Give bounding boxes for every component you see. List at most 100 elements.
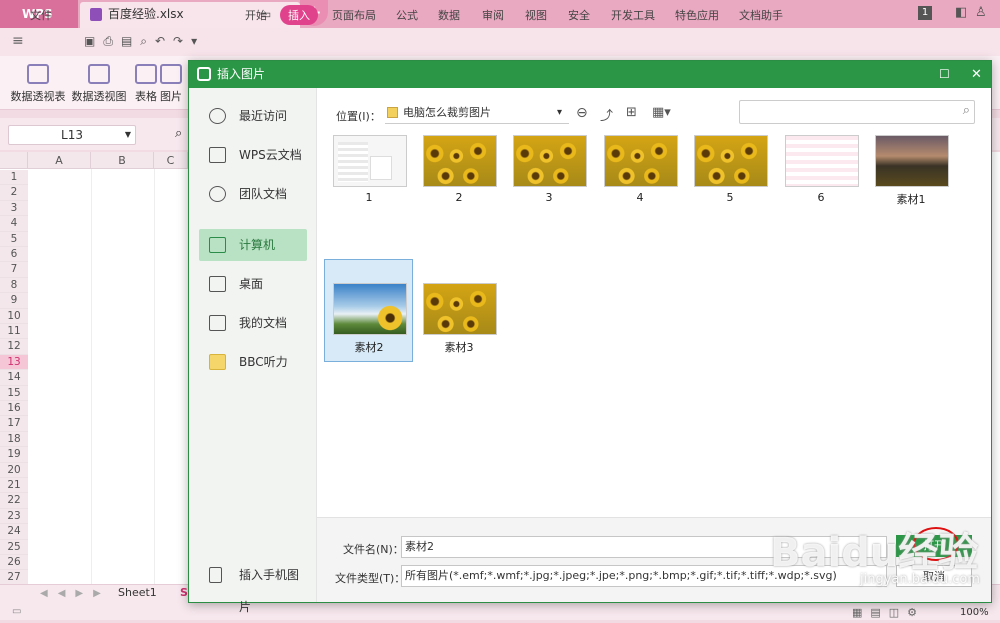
menu-insert[interactable]: 插入: [280, 5, 318, 25]
column-header-b[interactable]: B: [91, 152, 154, 169]
file-item[interactable]: 5: [690, 135, 770, 215]
row-header[interactable]: 23: [0, 508, 28, 525]
sidebar-item-wps-cloud[interactable]: WPS云文档: [199, 139, 307, 171]
sheet-nav-arrows[interactable]: ◀◀▶▶: [40, 588, 111, 599]
dialog-sidebar: 最近访问 WPS云文档 团队文档 计算机 桌面 我的文档 BBC听力 插入手机图…: [189, 88, 317, 614]
zoom-formula-icon[interactable]: ⌕: [175, 126, 182, 141]
row-header[interactable]: 7: [0, 262, 28, 278]
location-label: 位置(I)：: [336, 110, 381, 123]
sidebar-item-desktop[interactable]: 桌面: [199, 268, 307, 300]
location-dropdown[interactable]: 电脑怎么裁剪图片 ▾: [385, 102, 569, 124]
team-icon: [209, 186, 226, 202]
file-name: 素材3: [444, 341, 474, 354]
menu-developer[interactable]: 开发工具: [611, 7, 655, 23]
row-header[interactable]: 4: [0, 216, 28, 232]
sidebar-item-label: 最近访问: [239, 109, 288, 123]
row-header[interactable]: 9: [0, 293, 28, 309]
menu-page-layout[interactable]: 页面布局: [332, 7, 376, 23]
menu-formula[interactable]: 公式: [396, 7, 418, 23]
menu-review[interactable]: 审阅: [482, 7, 504, 23]
name-box[interactable]: L13 ▼: [8, 125, 136, 145]
maximize-icon[interactable]: ☐: [939, 61, 950, 88]
file-item[interactable]: 素材2: [329, 283, 409, 363]
gridline: [91, 169, 92, 584]
view-options-icon[interactable]: ▦▾: [652, 105, 671, 120]
file-item[interactable]: 2: [419, 135, 499, 215]
row-header[interactable]: 20: [0, 462, 28, 478]
skin-icon[interactable]: ◧: [955, 5, 967, 20]
file-item[interactable]: 4: [600, 135, 680, 215]
row-header[interactable]: 6: [0, 247, 28, 263]
file-name: 1: [365, 191, 373, 204]
row-header[interactable]: 2: [0, 185, 28, 201]
menu-view[interactable]: 视图: [525, 7, 547, 23]
file-item[interactable]: 1: [329, 135, 409, 215]
search-input[interactable]: ⌕: [739, 100, 975, 124]
column-header-a[interactable]: A: [28, 152, 91, 169]
row-header[interactable]: 19: [0, 447, 28, 463]
file-name: 3: [545, 191, 553, 204]
sidebar-item-recent[interactable]: 最近访问: [199, 100, 307, 132]
thumbnail-sunset-field: [875, 135, 949, 187]
row-header[interactable]: 26: [0, 555, 28, 571]
new-folder-icon[interactable]: ⊞: [626, 105, 637, 120]
insert-from-phone-button[interactable]: 插入手机图片: [199, 559, 307, 614]
file-item[interactable]: 素材3: [419, 283, 499, 363]
phone-icon: [209, 567, 222, 583]
quick-access-icons[interactable]: ▣⎙▤⌕↶↷▾: [84, 34, 205, 49]
filetype-label: 文件类型(T)：: [335, 572, 406, 585]
file-item[interactable]: 6: [781, 135, 861, 215]
search-icon: ⌕: [962, 103, 970, 118]
menu-data[interactable]: 数据: [438, 7, 460, 23]
column-header-c[interactable]: C: [154, 152, 188, 169]
row-header[interactable]: 5: [0, 231, 28, 247]
sidebar-item-bbc[interactable]: BBC听力: [199, 346, 307, 378]
chevron-down-icon: ▼: [124, 130, 131, 139]
sheet-tab-sheet1[interactable]: Sheet1: [118, 586, 157, 599]
select-all-corner[interactable]: [0, 152, 28, 169]
gridline: [154, 169, 155, 584]
sidebar-item-team[interactable]: 团队文档: [199, 178, 307, 210]
row-header[interactable]: 22: [0, 493, 28, 509]
row-header[interactable]: 21: [0, 478, 28, 494]
row-header[interactable]: 3: [0, 200, 28, 217]
row-header[interactable]: 8: [0, 277, 28, 294]
folder-icon: [209, 354, 226, 370]
menu-doc-helper[interactable]: 文档助手: [739, 7, 783, 23]
pivot-table-button[interactable]: 数据透视表: [8, 64, 68, 104]
row-header[interactable]: 16: [0, 401, 28, 417]
menu-home[interactable]: 开始: [245, 7, 267, 23]
row-header[interactable]: 1: [0, 170, 28, 186]
shirt-icon[interactable]: ♙: [975, 5, 987, 20]
zoom-level[interactable]: 100%: [960, 607, 989, 618]
document-tab[interactable]: 百度经验.xlsx▭✕: [80, 2, 300, 28]
thumbnail-sunflower: [423, 135, 497, 187]
row-header[interactable]: 12: [0, 339, 28, 355]
menu-special[interactable]: 特色应用: [675, 7, 719, 23]
picture-button[interactable]: 图片: [154, 64, 188, 104]
row-header[interactable]: 11: [0, 324, 28, 340]
hamburger-icon[interactable]: ≡: [12, 33, 24, 49]
sidebar-item-my-documents[interactable]: 我的文档: [199, 307, 307, 339]
row-header[interactable]: 17: [0, 416, 28, 432]
row-header[interactable]: 13: [0, 354, 28, 371]
file-item[interactable]: 3: [509, 135, 589, 215]
desktop-icon: [209, 276, 226, 292]
menu-file[interactable]: 文件: [30, 7, 52, 23]
view-mode-icons[interactable]: ▦▤◫⚙: [852, 606, 925, 619]
macro-icon[interactable]: ▭: [12, 606, 21, 617]
up-folder-icon[interactable]: ⤴: [600, 105, 613, 124]
sidebar-item-computer[interactable]: 计算机: [199, 229, 307, 261]
row-header[interactable]: 10: [0, 308, 28, 324]
file-item[interactable]: 素材1: [871, 135, 951, 215]
row-header[interactable]: 18: [0, 431, 28, 448]
row-header[interactable]: 14: [0, 370, 28, 386]
row-header[interactable]: 15: [0, 385, 28, 401]
thumbnail-sunflower: [423, 283, 497, 335]
row-header[interactable]: 25: [0, 539, 28, 555]
menu-security[interactable]: 安全: [568, 7, 590, 23]
row-header[interactable]: 24: [0, 524, 28, 540]
file-name: 2: [455, 191, 463, 204]
back-icon[interactable]: ⊖: [576, 105, 588, 121]
close-icon[interactable]: ✕: [971, 61, 982, 88]
